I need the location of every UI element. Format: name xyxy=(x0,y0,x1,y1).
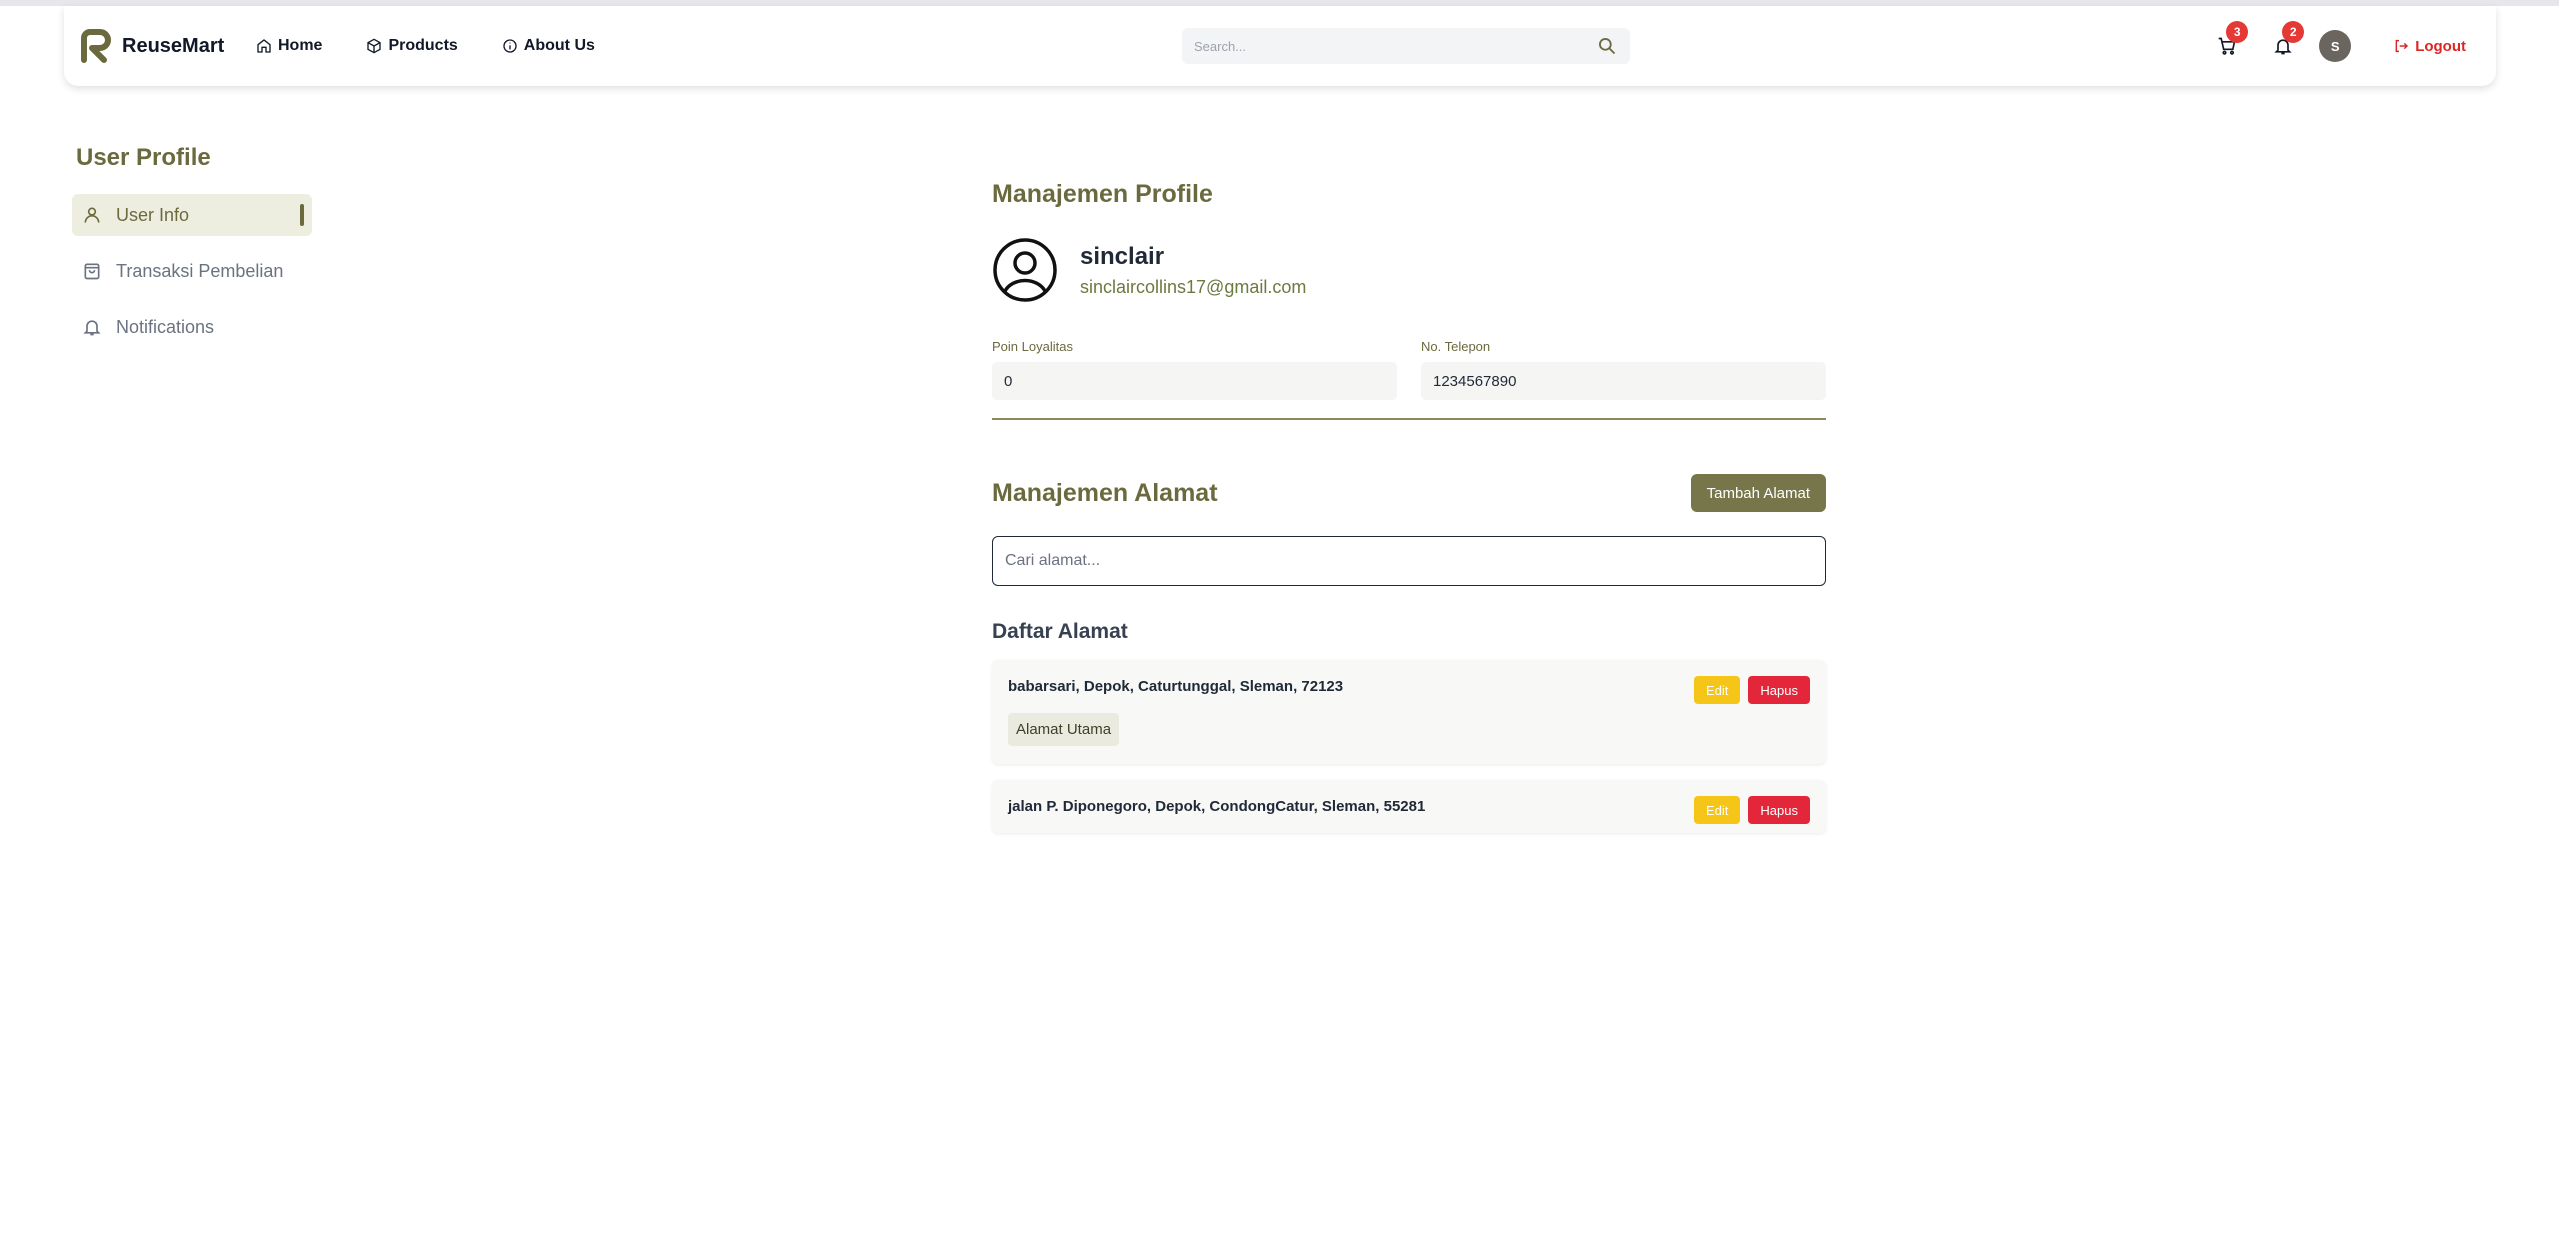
profile-fields: Poin Loyalitas 0 No. Telepon 1234567890 xyxy=(992,339,1826,400)
main-content: Manajemen Profile sinclair sinclaircolli… xyxy=(992,180,1826,833)
logout-label: Logout xyxy=(2415,37,2466,55)
loyalty-points-value: 0 xyxy=(992,362,1397,400)
address-search-input[interactable] xyxy=(992,536,1826,586)
user-avatar[interactable]: S xyxy=(2319,30,2352,62)
address-text: jalan P. Diponegoro, Depok, CondongCatur… xyxy=(1008,798,1426,815)
profile-section-title: Manajemen Profile xyxy=(992,180,1213,208)
home-icon xyxy=(257,39,271,53)
field-label: Poin Loyalitas xyxy=(992,339,1073,354)
edit-address-button[interactable]: Edit xyxy=(1694,676,1741,704)
sidebar-item-user-info[interactable]: User Info xyxy=(72,194,312,236)
section-divider xyxy=(992,418,1826,420)
profile-text: sinclair sinclaircollins17@gmail.com xyxy=(1080,243,1306,298)
sidebar-item-label: Notifications xyxy=(116,316,215,337)
navbar: ReuseMart Home Products About Us 3 2 S xyxy=(64,6,2496,86)
phone-value: 1234567890 xyxy=(1421,362,1826,400)
address-text: babarsari, Depok, Caturtunggal, Sleman, … xyxy=(1008,678,1344,695)
nav-products-link[interactable]: Products xyxy=(366,37,458,55)
add-address-button[interactable]: Tambah Alamat xyxy=(1690,474,1826,512)
delete-address-button[interactable]: Hapus xyxy=(1748,676,1810,704)
navbar-search xyxy=(1182,28,1630,64)
address-card: jalan P. Diponegoro, Depok, CondongCatur… xyxy=(992,780,1826,833)
sidebar-item-label: Transaksi Pembelian xyxy=(116,260,284,281)
profile-email: sinclaircollins17@gmail.com xyxy=(1080,276,1307,297)
sidebar-item-label: User Info xyxy=(116,204,190,225)
profile-avatar-icon xyxy=(993,238,1057,302)
nav-about-link[interactable]: About Us xyxy=(502,37,595,55)
edit-address-button[interactable]: Edit xyxy=(1694,796,1741,824)
user-icon xyxy=(84,207,100,223)
phone-field: No. Telepon 1234567890 xyxy=(1421,339,1826,400)
delete-address-button[interactable]: Hapus xyxy=(1748,796,1810,824)
navbar-actions: 3 2 S Logout xyxy=(2207,21,2466,66)
address-actions: Edit Hapus xyxy=(1694,796,1810,824)
address-section-title: Manajemen Alamat xyxy=(992,478,1218,507)
notification-count-badge: 2 xyxy=(2282,21,2305,43)
navbar-search-input[interactable] xyxy=(1194,38,1596,54)
shopping-bag-icon xyxy=(84,263,100,280)
reusemart-logo-icon xyxy=(81,29,111,63)
sidebar-item-transaksi[interactable]: Transaksi Pembelian xyxy=(72,250,312,292)
address-list-title: Daftar Alamat xyxy=(992,620,1128,643)
address-card: babarsari, Depok, Caturtunggal, Sleman, … xyxy=(992,660,1826,764)
search-icon xyxy=(1599,38,1616,55)
nav-home-label: Home xyxy=(278,37,323,54)
nav-products-label: Products xyxy=(388,37,458,54)
field-label: No. Telepon xyxy=(1421,339,1491,354)
sidebar-title: User Profile xyxy=(76,144,211,171)
profile-name: sinclair xyxy=(1080,242,1165,270)
search-button[interactable] xyxy=(1596,35,1618,57)
logout-icon xyxy=(2395,39,2409,53)
profile-summary: sinclair sinclaircollins17@gmail.com xyxy=(992,237,1826,303)
brand-name: ReuseMart xyxy=(122,34,225,57)
nav-home-link[interactable]: Home xyxy=(256,37,322,55)
brand[interactable]: ReuseMart xyxy=(78,28,224,64)
bell-icon xyxy=(83,320,101,336)
nav-about-label: About Us xyxy=(523,37,595,54)
address-actions: Edit Hapus xyxy=(1694,676,1810,704)
cart-count-badge: 3 xyxy=(2226,21,2249,43)
cart-button[interactable]: 3 xyxy=(2207,21,2249,66)
nav-links: Home Products About Us xyxy=(256,30,595,62)
loyalty-points-field: Poin Loyalitas 0 xyxy=(992,339,1397,400)
logout-button[interactable]: Logout xyxy=(2393,38,2466,55)
sidebar-item-notifications[interactable]: Notifications xyxy=(72,306,312,348)
info-icon xyxy=(503,39,517,53)
notification-button[interactable]: 2 xyxy=(2263,21,2305,66)
box-icon xyxy=(367,38,382,54)
address-header: Manajemen Alamat Tambah Alamat xyxy=(992,474,1826,512)
primary-address-badge: Alamat Utama xyxy=(1008,713,1120,746)
sidebar: User Profile User Info Transaksi Pembeli… xyxy=(72,144,312,362)
